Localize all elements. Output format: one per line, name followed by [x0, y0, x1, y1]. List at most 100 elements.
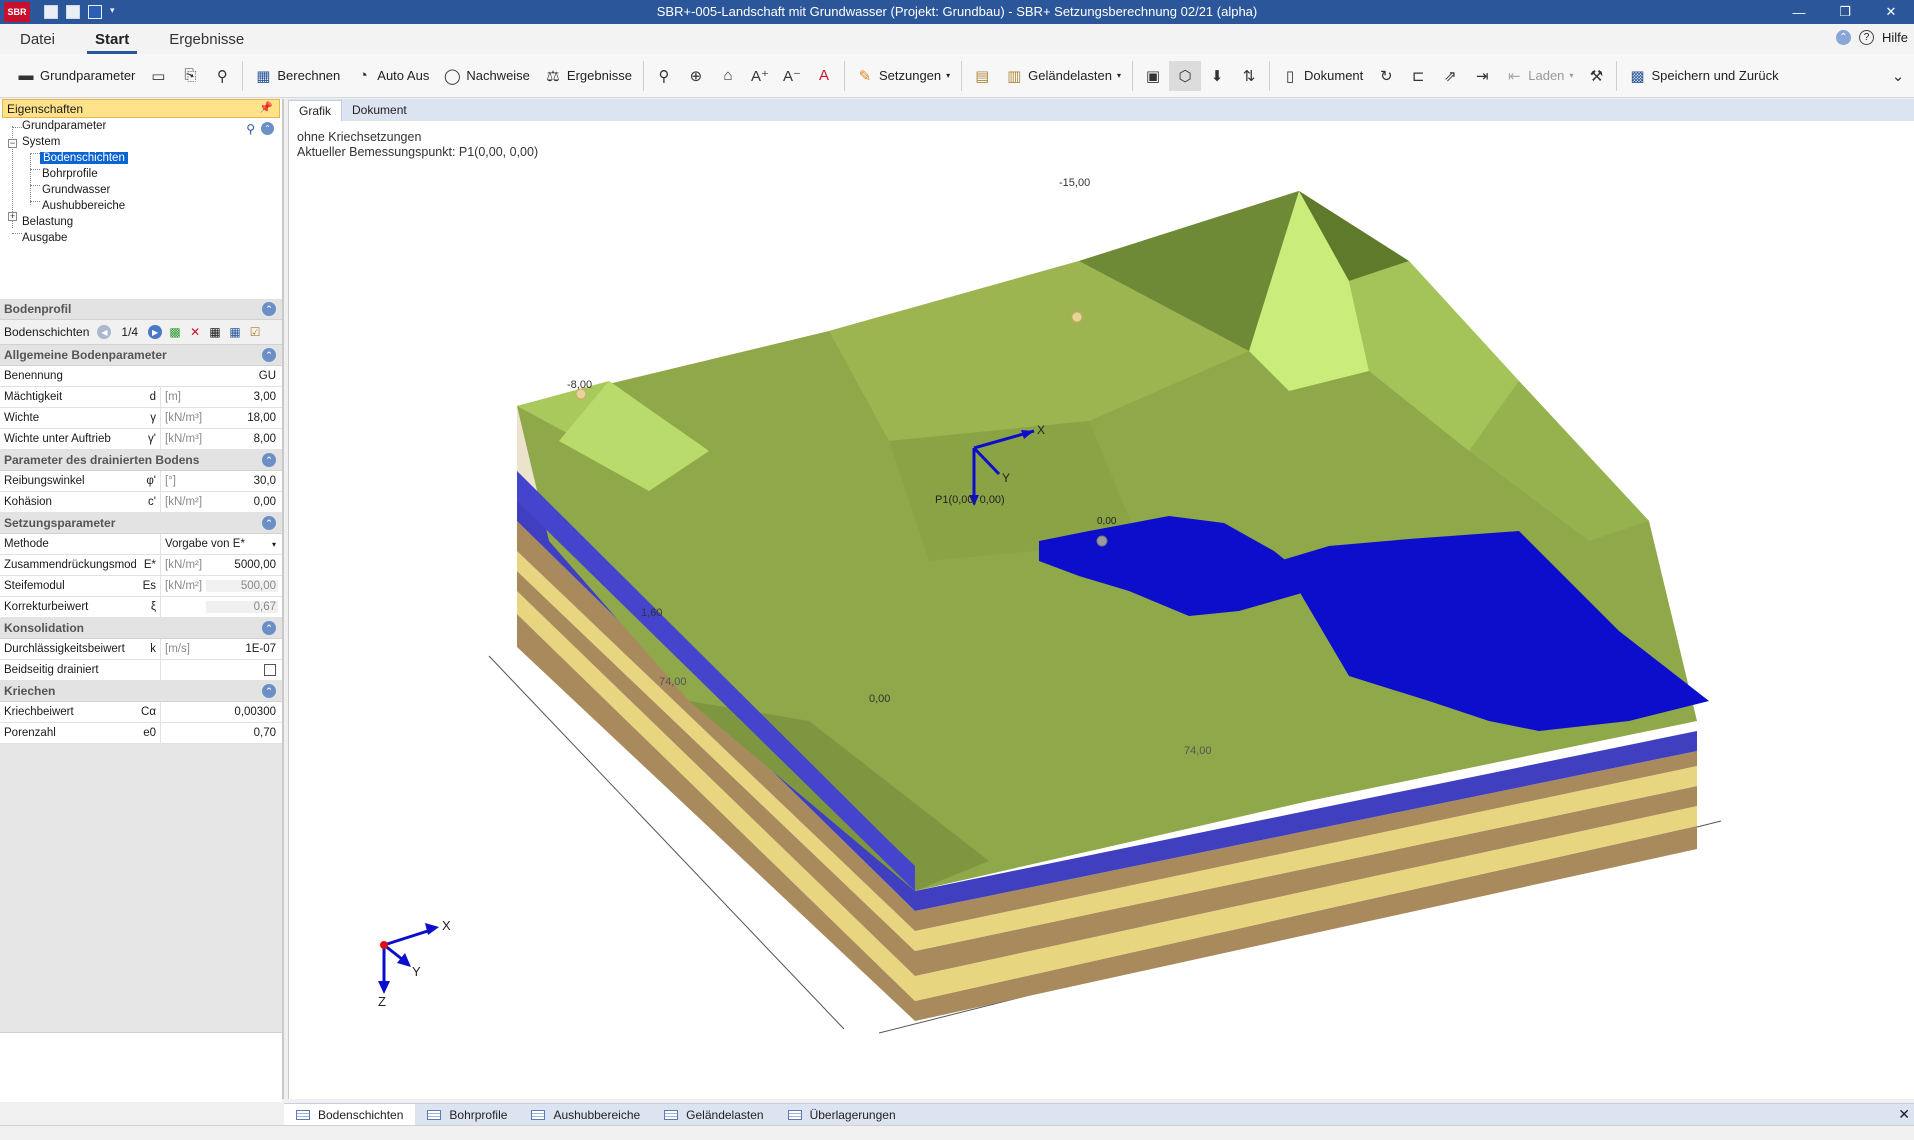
- refresh-button[interactable]: ↻: [1370, 61, 1402, 91]
- wichte-auftrieb-field[interactable]: 8,00: [206, 433, 282, 445]
- nachweise-button[interactable]: ◯ Nachweise: [436, 61, 537, 91]
- tree-item-bodenschichten[interactable]: Bodenschichten: [40, 152, 128, 164]
- section-allgemeine-bodenparameter[interactable]: Allgemeine Bodenparameter ⌃: [0, 345, 282, 366]
- tab-dokument[interactable]: Dokument: [342, 100, 417, 120]
- collapse-system-icon[interactable]: −: [8, 139, 17, 148]
- maechtigkeit-field[interactable]: 3,00: [206, 391, 282, 403]
- tree-item-ausgabe[interactable]: Ausgabe: [22, 232, 67, 244]
- bottom-tab-gelaendelasten[interactable]: Geländelasten: [652, 1104, 775, 1126]
- tools-button[interactable]: ⚒: [1580, 61, 1612, 91]
- home-view-button[interactable]: ⌂: [712, 61, 744, 91]
- font-smaller-button[interactable]: A⁻: [776, 61, 808, 91]
- word-export-icon[interactable]: [88, 5, 102, 19]
- graphic-canvas[interactable]: ohne Kriechsetzungen Aktueller Bemessung…: [288, 121, 1914, 1099]
- bottom-tab-ueberlagerungen[interactable]: Überlagerungen: [776, 1104, 908, 1126]
- kohaesion-field[interactable]: 0,00: [206, 496, 282, 508]
- auto-aus-button[interactable]: ◔ Auto Aus: [347, 61, 436, 91]
- view-2d-button[interactable]: ▣: [1137, 61, 1169, 91]
- previous-layer-icon[interactable]: ◀: [97, 325, 112, 339]
- restore-button[interactable]: ❐: [1822, 0, 1868, 24]
- tab-datei[interactable]: Datei: [0, 31, 75, 54]
- minimize-button[interactable]: —: [1776, 0, 1822, 24]
- zusammendrueckungsmodul-field[interactable]: 5000,00: [206, 559, 282, 571]
- section-button[interactable]: ⊏: [1402, 61, 1434, 91]
- laden-dropdown[interactable]: ⇤ Laden ▾: [1498, 61, 1580, 91]
- zoom-area-button[interactable]: ⊕: [680, 61, 712, 91]
- tree-item-system[interactable]: System: [22, 136, 60, 148]
- section-bodenprofil[interactable]: Bodenprofil ⌃: [0, 299, 282, 320]
- methode-select[interactable]: Vorgabe von E* ▾: [160, 534, 282, 554]
- beidseitig-checkbox[interactable]: [264, 664, 276, 676]
- pond-marker: [1096, 535, 1108, 547]
- collapse-icon[interactable]: ⌃: [262, 348, 276, 362]
- porenzahl-field[interactable]: 0,70: [206, 727, 282, 739]
- kriechbeiwert-field[interactable]: 0,00300: [206, 706, 282, 718]
- ergebnisse-button[interactable]: ⚖ Ergebnisse: [537, 61, 639, 91]
- close-icon[interactable]: ✕: [1898, 1106, 1910, 1123]
- customize-dropdown-icon[interactable]: ▾: [110, 5, 120, 19]
- add-layer-icon[interactable]: ▩: [168, 325, 182, 339]
- tree-search-icon[interactable]: ⚲: [246, 122, 255, 136]
- section-kriechen[interactable]: Kriechen ⌃: [0, 681, 282, 702]
- tab-ergebnisse[interactable]: Ergebnisse: [149, 31, 264, 54]
- export-view-button[interactable]: ⎘: [174, 61, 206, 91]
- section-konsolidation[interactable]: Konsolidation ⌃: [0, 618, 282, 639]
- tab-grafik[interactable]: Grafik: [288, 99, 343, 121]
- table-edit-icon[interactable]: ▦: [228, 325, 242, 339]
- next-layer-icon[interactable]: ▶: [148, 325, 163, 339]
- tree-collapse-icon[interactable]: ⌃: [261, 122, 274, 135]
- collapse-icon[interactable]: ⌃: [262, 302, 276, 316]
- view-down-button[interactable]: ⬇: [1201, 61, 1233, 91]
- view-3d-button[interactable]: ⬡: [1169, 60, 1202, 91]
- new-file-icon[interactable]: [44, 5, 58, 19]
- global-x-axis: [383, 927, 435, 947]
- wichte-field[interactable]: 18,00: [206, 412, 282, 424]
- help-icon[interactable]: ?: [1858, 30, 1874, 45]
- setzungen-dropdown[interactable]: ✎ Setzungen ▾: [849, 61, 957, 91]
- tree-item-grundparameter[interactable]: Grundparameter: [22, 120, 106, 132]
- tree-item-belastung[interactable]: Belastung: [22, 216, 73, 228]
- section-drainierter-boden[interactable]: Parameter des drainierten Bodens ⌃: [0, 450, 282, 471]
- reibungswinkel-field[interactable]: 30,0: [206, 475, 282, 487]
- font-larger-button[interactable]: A⁺: [744, 61, 776, 91]
- tree-item-grundwasser[interactable]: Grundwasser: [42, 184, 110, 196]
- font-color-button[interactable]: A: [808, 61, 840, 91]
- gelaendelasten-dropdown[interactable]: ▥ Geländelasten ▾: [998, 61, 1128, 91]
- export-button[interactable]: ⇗: [1434, 61, 1466, 91]
- pin-icon[interactable]: 📌: [259, 101, 273, 114]
- durchlaessigkeit-field[interactable]: 1E-07: [206, 643, 282, 655]
- checklist-icon[interactable]: ☑: [248, 325, 262, 339]
- speichern-zurueck-button[interactable]: ▩ Speichern und Zurück: [1621, 61, 1785, 91]
- expand-belastung-icon[interactable]: +: [8, 212, 17, 221]
- document-icon: ▯: [1285, 67, 1295, 85]
- zoom-button[interactable]: ⚲: [648, 61, 680, 91]
- bottom-tab-bodenschichten[interactable]: Bodenschichten: [284, 1103, 416, 1126]
- terrain-3d-view[interactable]: [289, 121, 1914, 1099]
- collapse-ribbon-icon[interactable]: ⌃: [1835, 30, 1851, 45]
- bottom-tab-bohrprofile[interactable]: Bohrprofile: [415, 1104, 519, 1126]
- layers-button[interactable]: ▤: [966, 61, 998, 91]
- view-frame-button[interactable]: ▭: [142, 61, 174, 91]
- berechnen-button[interactable]: ▦ Berechnen: [247, 61, 347, 91]
- grundparameter-button[interactable]: ▬ Grundparameter: [10, 61, 142, 91]
- search-button[interactable]: ⚲: [206, 61, 238, 91]
- section-setzungsparameter[interactable]: Setzungsparameter ⌃: [0, 513, 282, 534]
- tab-start[interactable]: Start: [75, 31, 149, 54]
- view-flip-button[interactable]: ⇅: [1233, 61, 1265, 91]
- toolbar-expand-button[interactable]: ⌄: [1882, 61, 1914, 91]
- tree-item-aushubbereiche[interactable]: Aushubbereiche: [42, 200, 125, 212]
- bottom-tab-aushubbereiche[interactable]: Aushubbereiche: [519, 1104, 652, 1126]
- save-icon[interactable]: [66, 5, 80, 19]
- collapse-icon[interactable]: ⌃: [262, 516, 276, 530]
- transfer-button[interactable]: ⇥: [1466, 61, 1498, 91]
- table-icon[interactable]: ▦: [208, 325, 222, 339]
- help-menu[interactable]: Hilfe: [1882, 30, 1908, 45]
- collapse-icon[interactable]: ⌃: [262, 453, 276, 467]
- collapse-icon[interactable]: ⌃: [262, 684, 276, 698]
- collapse-icon[interactable]: ⌃: [262, 621, 276, 635]
- tree-item-bohrprofile[interactable]: Bohrprofile: [42, 168, 98, 180]
- benennung-field[interactable]: GU: [206, 370, 282, 382]
- delete-layer-icon[interactable]: ✕: [188, 325, 202, 339]
- close-button[interactable]: ✕: [1868, 0, 1914, 24]
- dokument-button[interactable]: ▯ Dokument: [1274, 61, 1370, 91]
